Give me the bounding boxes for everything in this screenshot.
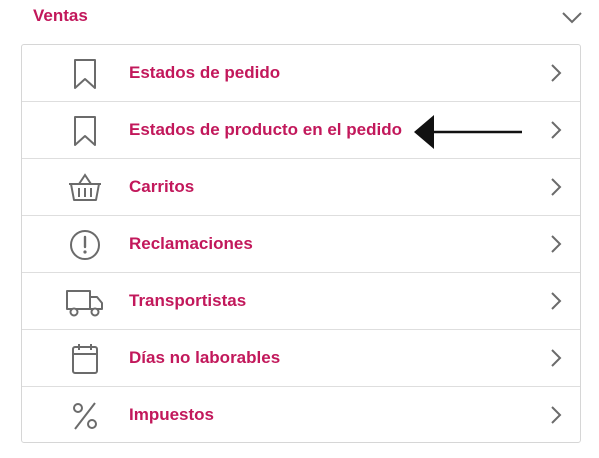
chevron-right-icon — [546, 289, 566, 313]
chevron-right-icon — [546, 118, 566, 142]
ventas-panel: Ventas Estados de pedido Estados de prod… — [0, 0, 599, 458]
menu-item-label: Días no laborables — [129, 348, 281, 367]
calendar-icon — [66, 343, 104, 375]
menu-item-label: Estados de pedido — [129, 63, 281, 82]
basket-icon — [66, 172, 104, 204]
menu-item-reclamaciones[interactable]: Reclamaciones — [22, 216, 580, 273]
chevron-right-icon — [546, 403, 566, 427]
chevron-right-icon — [546, 232, 566, 256]
chevron-down-icon[interactable] — [559, 6, 585, 28]
menu-item-transportistas[interactable]: Transportistas — [22, 273, 580, 330]
menu-item-impuestos[interactable]: Impuestos — [22, 387, 580, 442]
section-header[interactable]: Ventas — [0, 0, 599, 36]
menu-item-label: Carritos — [129, 177, 195, 196]
menu-item-dias-no-laborables[interactable]: Días no laborables — [22, 330, 580, 387]
menu-item-label: Reclamaciones — [129, 234, 253, 253]
menu-item-label: Impuestos — [129, 405, 215, 424]
bookmark-icon — [66, 58, 104, 90]
alert-circle-icon — [66, 229, 104, 261]
menu-item-label: Estados de producto en el pedido — [129, 120, 402, 139]
chevron-right-icon — [546, 175, 566, 199]
menu-item-carritos[interactable]: Carritos — [22, 159, 580, 216]
menu-item-estados-de-pedido[interactable]: Estados de pedido — [22, 45, 580, 102]
menu-item-label: Transportistas — [129, 291, 247, 310]
arrow-left-icon — [412, 113, 524, 151]
menu-card: Estados de pedido Estados de producto en… — [21, 44, 581, 443]
bookmark-icon — [66, 115, 104, 147]
truck-icon — [66, 286, 104, 318]
chevron-right-icon — [546, 346, 566, 370]
chevron-right-icon — [546, 61, 566, 85]
percent-icon — [66, 400, 104, 432]
section-title: Ventas — [33, 6, 88, 25]
